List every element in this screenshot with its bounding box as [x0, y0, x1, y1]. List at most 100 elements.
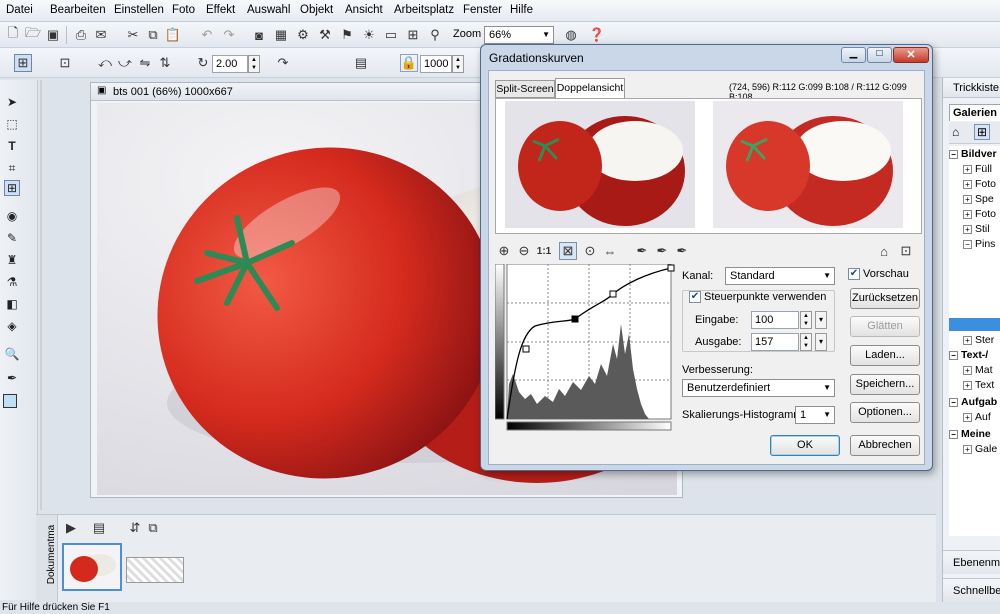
fill-tool-icon[interactable]: ◈: [4, 318, 20, 334]
menu-effekt[interactable]: Effekt: [206, 4, 235, 16]
globe-icon[interactable]: ◍: [562, 26, 580, 44]
tree-item[interactable]: − Meine: [949, 428, 1000, 443]
curve-graph[interactable]: [495, 264, 675, 434]
crop-tool-icon[interactable]: ⊞: [14, 54, 32, 72]
tree-item[interactable]: + Foto: [949, 208, 1000, 223]
zoom-tool-icon[interactable]: 🔍: [4, 346, 20, 362]
tree-item[interactable]: + Auf: [949, 411, 1000, 426]
gallery-home-icon[interactable]: ⌂: [952, 125, 959, 139]
curve-point[interactable]: [522, 345, 530, 353]
view-menu-icon[interactable]: ▤: [90, 519, 108, 537]
zoom-select[interactable]: 66% ▼: [484, 26, 554, 44]
straighten-tool-icon[interactable]: ⊞: [4, 180, 20, 196]
tree-item[interactable]: + Foto: [949, 178, 1000, 193]
tree-item[interactable]: − Text-/: [949, 349, 1000, 364]
layer-icon[interactable]: ▤: [352, 54, 370, 72]
curve-point[interactable]: [609, 290, 617, 298]
gallery-tree-icon[interactable]: ⊞: [974, 124, 990, 140]
tree-item[interactable]: + Spe: [949, 193, 1000, 208]
eye-tool-icon[interactable]: ◉: [4, 208, 20, 224]
eingabe-dropdown[interactable]: ▾: [815, 311, 827, 329]
menu-datei[interactable]: Datei: [6, 4, 33, 16]
ausgabe-spinner[interactable]: ▲ ▼: [800, 333, 812, 351]
maximize-button[interactable]: □: [867, 47, 892, 63]
brush-tool-icon[interactable]: ✎: [4, 230, 20, 246]
selected-tree-row[interactable]: [949, 318, 1000, 331]
black-eyedropper-icon[interactable]: ✒: [633, 242, 651, 260]
tree-item[interactable]: + Gale: [949, 443, 1000, 458]
adjust-icon[interactable]: ⚒: [316, 26, 334, 44]
menu-ansicht[interactable]: Ansicht: [345, 4, 383, 16]
rotate-spinner[interactable]: ▲ ▼: [248, 55, 260, 73]
tree-item[interactable]: − Pins: [949, 238, 1000, 253]
fit-icon[interactable]: ⊠: [559, 242, 577, 260]
eyedropper-tool-icon[interactable]: ✒: [4, 370, 20, 386]
thumbnails-icon[interactable]: ⧉: [144, 519, 162, 537]
verbesserung-select[interactable]: Benutzerdefiniert ▼: [682, 379, 835, 397]
zoom-region-icon[interactable]: ⊙: [581, 242, 599, 260]
rotate-left-icon[interactable]: ⤺: [96, 54, 114, 72]
cut-icon[interactable]: ✂: [124, 26, 142, 44]
sort-icon[interactable]: ⇵: [126, 519, 144, 537]
tree-item[interactable]: + Stil: [949, 223, 1000, 238]
zoom-out-icon[interactable]: ⊖: [515, 242, 533, 260]
thumbnail-active[interactable]: [62, 543, 122, 591]
menu-objekt[interactable]: Objekt: [300, 4, 333, 16]
skalierung-select[interactable]: 1 ▼: [795, 406, 835, 424]
ok-button[interactable]: OK: [770, 435, 840, 456]
crop-icon[interactable]: ⌗: [4, 160, 20, 176]
email-icon[interactable]: ✉: [92, 26, 110, 44]
reset-button[interactable]: Zurücksetzen: [850, 288, 920, 309]
menu-bearbeiten[interactable]: Bearbeiten: [50, 4, 106, 16]
image-icon[interactable]: ▭: [382, 26, 400, 44]
redo-icon[interactable]: ↷: [220, 26, 238, 44]
flip-icon[interactable]: ⇋: [136, 54, 154, 72]
zoom-in-icon[interactable]: ⊕: [495, 242, 513, 260]
open-icon[interactable]: 🗁: [24, 25, 42, 44]
kanal-select[interactable]: Standard ▼: [725, 267, 835, 285]
before-preview[interactable]: [505, 101, 695, 228]
foreground-color-swatch[interactable]: [3, 394, 17, 408]
steuerpunkte-checkbox[interactable]: ✔: [689, 291, 701, 303]
rotate-icon[interactable]: ↻: [194, 54, 212, 72]
ausgabe-input[interactable]: 157: [751, 333, 799, 351]
tab-split-screen[interactable]: Split-Screen: [495, 80, 555, 98]
ausgabe-dropdown[interactable]: ▾: [815, 333, 827, 351]
tree-item[interactable]: + Text: [949, 379, 1000, 394]
trickkiste-header[interactable]: Trickkiste: [953, 82, 999, 94]
selection-tool-icon[interactable]: ⬚: [4, 116, 20, 132]
eingabe-input[interactable]: 100: [751, 311, 799, 329]
help-icon[interactable]: ❓: [588, 26, 606, 44]
replace-tool-icon[interactable]: ⚗: [4, 274, 20, 290]
rotate-right-icon[interactable]: ⤻: [116, 54, 134, 72]
browse-icon[interactable]: ▦: [272, 26, 290, 44]
camera-icon[interactable]: ◙: [250, 26, 268, 44]
crop-preset-icon[interactable]: ⊡: [56, 54, 74, 72]
tree-item[interactable]: − Aufgab: [949, 396, 1000, 411]
minimize-button[interactable]: ▁: [841, 47, 866, 63]
zoom-preview-icon[interactable]: ⊡: [897, 242, 915, 260]
white-eyedropper-icon[interactable]: ✒: [673, 242, 691, 260]
close-button[interactable]: ✕: [893, 47, 929, 63]
after-preview[interactable]: [713, 101, 903, 228]
curve-point[interactable]: [667, 264, 675, 272]
menu-auswahl[interactable]: Auswahl: [247, 4, 290, 16]
text-tool-icon[interactable]: T: [4, 138, 20, 154]
menu-arbeitsplatz[interactable]: Arbeitsplatz: [394, 4, 454, 16]
size-spinner[interactable]: ▲ ▼: [452, 55, 464, 73]
lock-icon[interactable]: 🔒: [400, 54, 418, 72]
play-icon[interactable]: ▶: [62, 519, 80, 537]
pan-icon[interactable]: ⇔: [601, 242, 619, 260]
thumbnail-empty[interactable]: [126, 557, 184, 583]
gray-eyedropper-icon[interactable]: ✒: [653, 242, 671, 260]
rotate-input[interactable]: 2.00: [212, 55, 248, 73]
mirror-icon[interactable]: ⇅: [156, 54, 174, 72]
smooth-button[interactable]: Glätten: [850, 316, 920, 337]
paste-icon[interactable]: 📋: [164, 26, 182, 44]
eraser-tool-icon[interactable]: ◧: [4, 296, 20, 312]
menu-fenster[interactable]: Fenster: [463, 4, 502, 16]
options-button[interactable]: Optionen...: [850, 402, 920, 423]
save-icon[interactable]: ▣: [44, 26, 62, 44]
actual-size-icon[interactable]: 1:1: [535, 242, 553, 260]
cancel-button[interactable]: Abbrechen: [850, 435, 920, 456]
